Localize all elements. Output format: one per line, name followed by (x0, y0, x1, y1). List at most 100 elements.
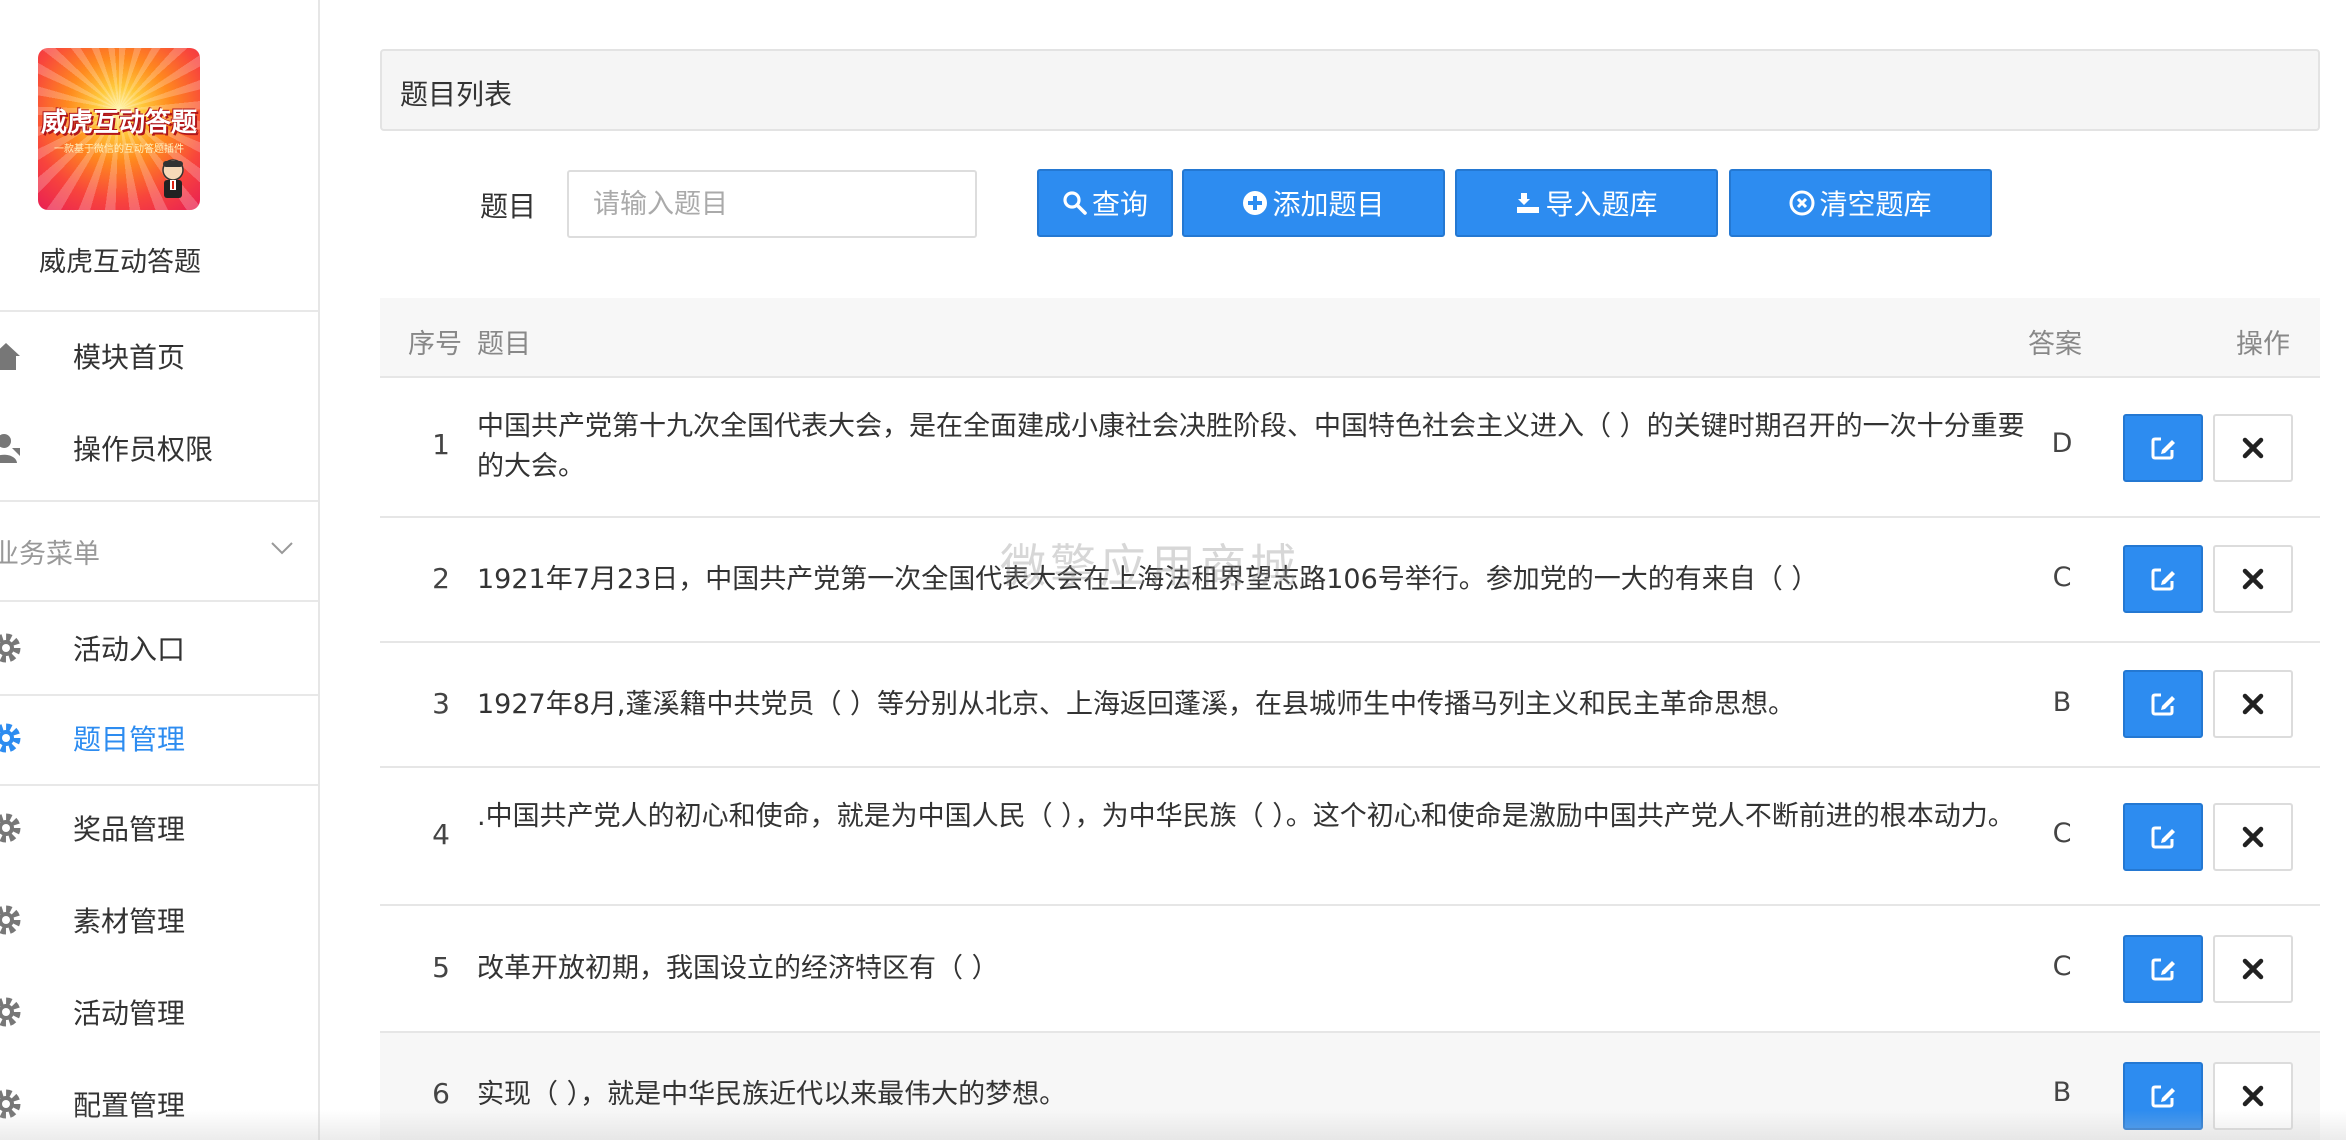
gear-icon (0, 808, 26, 848)
sidebar-item-label: 题目管理 (73, 723, 186, 756)
row-number: 6 (432, 1077, 450, 1110)
table-row: 6 实现（ ），就是中华民族近代以来最伟大的梦想。 B (380, 1033, 2320, 1140)
add-question-button[interactable]: 添加题目 (1182, 169, 1445, 237)
gear-icon (0, 1084, 26, 1124)
close-icon (2242, 826, 2264, 848)
row-answer: C (2052, 562, 2072, 593)
sidebar-item-label: 活动入口 (73, 633, 186, 666)
row-answer: C (2052, 951, 2072, 982)
close-icon (2242, 437, 2264, 459)
sidebar-item-question-management[interactable]: 题目管理 (0, 698, 318, 778)
gear-icon (0, 628, 26, 668)
edit-button[interactable] (2123, 670, 2203, 738)
row-question: 中国共产党第十九次全国代表大会，是在全面建成小康社会决胜阶段、中国特色社会主义进… (477, 411, 2025, 482)
sidebar-group-label: 业务菜单 (0, 538, 100, 570)
query-button-label: 查询 (1091, 188, 1148, 221)
table-row: 2 1921年7月23日，中国共产党第一次全国代表大会在上海法租界望志路106号… (380, 518, 2320, 643)
close-icon (2242, 693, 2264, 715)
row-number: 4 (432, 818, 450, 851)
edit-button[interactable] (2123, 803, 2203, 871)
sidebar-item-activity-management[interactable]: 活动管理 (0, 972, 318, 1052)
edit-icon (2151, 568, 2175, 591)
row-answer: B (2052, 1077, 2072, 1108)
row-number: 1 (432, 428, 450, 461)
sidebar-divider (0, 784, 318, 786)
sidebar-item-label: 配置管理 (73, 1089, 186, 1122)
plus-circle-icon (1243, 191, 1268, 215)
sidebar-item-home[interactable]: 模块首页 (0, 316, 318, 396)
chevron-down-icon (271, 542, 293, 555)
table-row: 4 .中国共产党人的初心和使命，就是为中国人民（ ），为中华民族（ ）。这个初心… (380, 768, 2320, 906)
delete-button[interactable] (2213, 545, 2293, 613)
row-number: 5 (432, 951, 450, 984)
logo-subtext: 一款基于微信的互动答题插件 (54, 144, 184, 155)
brand-name: 威虎互动答题 (39, 247, 201, 278)
delete-button[interactable] (2213, 935, 2293, 1003)
sidebar-item-label: 操作员权限 (73, 433, 214, 466)
edit-button[interactable] (2123, 414, 2203, 482)
sidebar-item-activity-entry[interactable]: 活动入口 (0, 608, 318, 688)
sidebar-item-label: 模块首页 (73, 341, 186, 374)
logo-text: 威虎互动答题 (40, 108, 197, 138)
page-title: 题目列表 (400, 78, 513, 111)
search-icon (1063, 191, 1087, 215)
row-question: 1921年7月23日，中国共产党第一次全国代表大会在上海法租界望志路106号举行… (477, 564, 1819, 595)
gear-icon (0, 992, 26, 1032)
table-row: 1 中国共产党第十九次全国代表大会，是在全面建成小康社会决胜阶段、中国特色社会主… (380, 380, 2320, 518)
header-answer: 答案 (2028, 329, 2082, 360)
sidebar-group-business-menu[interactable]: 业务菜单 (0, 504, 318, 598)
app-logo: 威虎互动答题 一款基于微信的互动答题插件 (38, 48, 200, 210)
query-button[interactable]: 查询 (1037, 169, 1173, 237)
table-header: 序号 题目 答案 操作 (380, 298, 2320, 378)
row-question: .中国共产党人的初心和使命，就是为中国人民（ ），为中华民族（ ）。这个初心和使… (477, 801, 2015, 832)
sidebar-divider (0, 600, 318, 602)
sidebar-item-material-management[interactable]: 素材管理 (0, 880, 318, 960)
close-icon (2242, 568, 2264, 590)
sidebar-divider (0, 694, 318, 696)
sidebar-divider (0, 500, 318, 502)
edit-icon (2151, 958, 2175, 981)
row-number: 3 (432, 687, 450, 720)
table-row: 3 1927年8月,蓬溪籍中共党员（ ）等分别从北京、上海返回蓬溪，在县城师生中… (380, 643, 2320, 768)
row-answer: C (2052, 818, 2072, 849)
add-question-button-label: 添加题目 (1272, 188, 1385, 221)
header-question: 题目 (477, 329, 531, 360)
sidebar-item-config-management[interactable]: 配置管理 (0, 1064, 318, 1140)
table-row: 5 改革开放初期，我国设立的经济特区有（ ） C (380, 906, 2320, 1033)
import-question-bank-button[interactable]: 导入题库 (1455, 169, 1718, 237)
close-icon (2242, 958, 2264, 980)
delete-button[interactable] (2213, 803, 2293, 871)
edit-icon (2151, 693, 2175, 716)
row-answer: B (2052, 687, 2072, 718)
header-actions: 操作 (2236, 329, 2290, 360)
gear-icon (0, 718, 26, 758)
edit-button[interactable] (2123, 545, 2203, 613)
close-icon (2242, 1085, 2264, 1107)
header-no: 序号 (408, 329, 462, 360)
close-circle-icon (1789, 190, 1815, 216)
home-icon (0, 336, 26, 376)
mascot-icon (162, 159, 184, 198)
edit-button[interactable] (2123, 935, 2203, 1003)
edit-button[interactable] (2123, 1062, 2203, 1130)
sidebar: 威虎互动答题 一款基于微信的互动答题插件 威虎互动答题 模块首页 操作员权限 业… (0, 0, 320, 1140)
row-number: 2 (432, 562, 450, 595)
clear-question-bank-button[interactable]: 清空题库 (1729, 169, 1992, 237)
edit-icon (2151, 1085, 2175, 1108)
sidebar-item-label: 奖品管理 (73, 813, 186, 846)
row-question: 改革开放初期，我国设立的经济特区有（ ） (477, 953, 999, 984)
sidebar-item-label: 活动管理 (73, 997, 186, 1030)
clear-button-label: 清空题库 (1819, 188, 1932, 221)
delete-button[interactable] (2213, 1062, 2293, 1130)
import-icon (1517, 193, 1540, 213)
search-label: 题目 (480, 190, 537, 223)
sidebar-item-prize-management[interactable]: 奖品管理 (0, 788, 318, 868)
search-input[interactable] (567, 170, 977, 238)
delete-button[interactable] (2213, 414, 2293, 482)
row-question: 实现（ ），就是中华民族近代以来最伟大的梦想。 (477, 1079, 1067, 1110)
delete-button[interactable] (2213, 670, 2293, 738)
sidebar-item-operator-permission[interactable]: 操作员权限 (0, 408, 318, 488)
row-answer: D (2051, 428, 2073, 459)
edit-icon (2151, 826, 2175, 849)
sidebar-item-label: 素材管理 (73, 905, 186, 938)
